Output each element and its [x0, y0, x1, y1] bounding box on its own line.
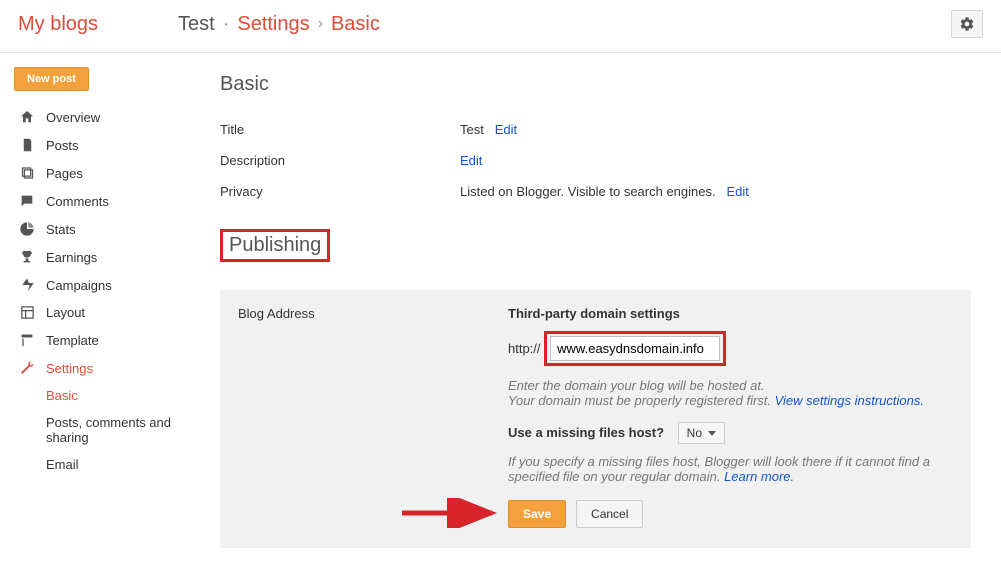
publishing-box: Blog Address Third-party domain settings… [220, 290, 971, 548]
missing-files-dropdown[interactable]: No [678, 422, 725, 444]
privacy-value: Listed on Blogger. Visible to search eng… [460, 184, 716, 199]
annotation-arrow [400, 498, 500, 528]
sidebar-item-settings[interactable]: Settings [14, 354, 180, 382]
gear-button[interactable] [951, 10, 983, 38]
sidebar-item-label: Settings [46, 361, 93, 376]
breadcrumb-blog[interactable]: Test [178, 13, 215, 36]
save-button[interactable]: Save [508, 500, 566, 528]
sidebar-item-campaigns[interactable]: Campaigns [14, 271, 180, 299]
sidebar-item-label: Pages [46, 166, 83, 181]
sidebar-item-label: Posts [46, 138, 79, 153]
description-label: Description [220, 153, 460, 168]
learn-more-link[interactable]: Learn more. [724, 469, 794, 484]
sidebar-item-label: Earnings [46, 250, 97, 265]
row-privacy: Privacy Listed on Blogger. Visible to se… [220, 176, 971, 207]
domain-hint-2: Your domain must be properly registered … [508, 393, 775, 408]
subnav-email[interactable]: Email [42, 451, 180, 478]
template-icon [18, 332, 36, 348]
sidebar-item-label: Template [46, 333, 99, 348]
main-content: Basic Title Test Edit Description Edit P… [180, 53, 1001, 578]
http-prefix: http:// [508, 341, 541, 356]
sidebar-item-posts[interactable]: Posts [14, 131, 180, 159]
layout-icon [18, 305, 36, 320]
breadcrumb-section[interactable]: Settings [237, 13, 309, 36]
settings-subnav: Basic Posts, comments and sharing Email [14, 382, 180, 478]
campaign-icon [18, 277, 36, 293]
title-value: Test [460, 122, 484, 137]
title-label: Title [220, 122, 460, 137]
pages-icon [18, 165, 36, 181]
sidebar-item-label: Stats [46, 222, 76, 237]
domain-hint-1: Enter the domain your blog will be hoste… [508, 378, 953, 393]
stats-icon [18, 221, 36, 237]
missing-files-hint: If you specify a missing files host, Blo… [508, 454, 930, 484]
domain-input[interactable] [550, 336, 720, 361]
cancel-button[interactable]: Cancel [576, 500, 643, 528]
sidebar-item-label: Comments [46, 194, 109, 209]
publishing-section: Publishing Blog Address Third-party doma… [220, 229, 971, 548]
home-icon [18, 109, 36, 125]
sidebar-item-label: Overview [46, 110, 100, 125]
topbar: My blogs Test · Settings › Basic [0, 0, 1001, 53]
sidebar-item-comments[interactable]: Comments [14, 187, 180, 215]
edit-description-link[interactable]: Edit [460, 153, 482, 168]
sidebar-item-stats[interactable]: Stats [14, 215, 180, 243]
row-title: Title Test Edit [220, 114, 971, 145]
edit-title-link[interactable]: Edit [495, 122, 517, 137]
missing-files-value: No [687, 426, 702, 440]
blog-address-label: Blog Address [238, 306, 315, 321]
sidebar: New post Overview Posts Pages Comments S… [0, 53, 180, 578]
new-post-button[interactable]: New post [14, 67, 89, 91]
breadcrumb-dot: · [223, 13, 230, 36]
sidebar-item-pages[interactable]: Pages [14, 159, 180, 187]
basic-heading: Basic [220, 73, 971, 96]
privacy-label: Privacy [220, 184, 460, 199]
sidebar-item-overview[interactable]: Overview [14, 103, 180, 131]
trophy-icon [18, 249, 36, 265]
subnav-basic[interactable]: Basic [42, 382, 180, 409]
breadcrumb: Test · Settings › Basic [178, 13, 380, 36]
brand-title[interactable]: My blogs [18, 13, 178, 36]
subnav-posts-comments[interactable]: Posts, comments and sharing [42, 409, 180, 451]
sidebar-item-template[interactable]: Template [14, 326, 180, 354]
gear-icon [959, 16, 975, 32]
missing-files-label: Use a missing files host? [508, 425, 664, 440]
wrench-icon [18, 360, 36, 376]
sidebar-item-earnings[interactable]: Earnings [14, 243, 180, 271]
document-icon [18, 137, 36, 153]
sidebar-item-label: Campaigns [46, 278, 112, 293]
row-description: Description Edit [220, 145, 971, 176]
publishing-heading: Publishing [220, 229, 330, 262]
view-settings-link[interactable]: View settings instructions. [775, 393, 924, 408]
breadcrumb-arrow: › [318, 15, 323, 33]
caret-down-icon [708, 431, 716, 436]
sidebar-item-label: Layout [46, 305, 85, 320]
breadcrumb-page: Basic [331, 13, 380, 36]
sidebar-item-layout[interactable]: Layout [14, 299, 180, 326]
comment-icon [18, 193, 36, 209]
third-party-heading: Third-party domain settings [508, 306, 953, 321]
edit-privacy-link[interactable]: Edit [726, 184, 748, 199]
